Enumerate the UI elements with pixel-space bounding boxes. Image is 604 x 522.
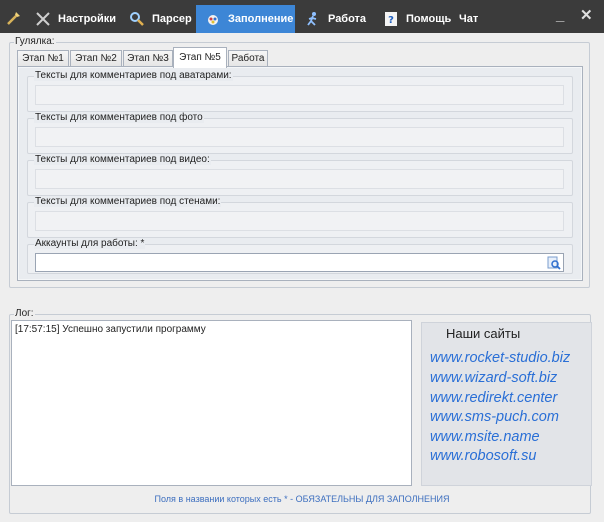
tab-stage-1[interactable]: Этап №1 — [17, 50, 69, 67]
menu-parser[interactable]: Парсер — [124, 5, 194, 33]
tab-stage-5-label: Этап №5 — [179, 52, 221, 63]
site-link-rocket-studio[interactable]: www.rocket-studio.biz — [430, 350, 570, 366]
accounts-field-group: Аккаунты для работы: * — [27, 238, 573, 274]
tab-work[interactable]: Работа — [228, 50, 268, 67]
tab-stage-2-label: Этап №2 — [75, 53, 117, 64]
help-icon: ? — [382, 10, 400, 28]
accounts-input[interactable] — [35, 253, 564, 272]
menu-chat-label: Чат — [459, 13, 479, 25]
minimize-button[interactable]: _ — [556, 8, 564, 24]
menu-filling-label: Заполнение — [228, 13, 294, 25]
walls-field-label: Тексты для комментариев под стенами: — [34, 196, 222, 207]
video-field-label: Тексты для комментариев под видео: — [34, 154, 211, 165]
app-logo-icon — [6, 10, 22, 26]
log-group-label: Лог: — [14, 308, 35, 319]
tab-stage-1-label: Этап №1 — [22, 53, 64, 64]
runner-icon — [304, 10, 322, 28]
log-output[interactable]: [17:57:15] Успешно запустили программу — [11, 320, 412, 486]
tab-stage-3-label: Этап №3 — [127, 53, 169, 64]
menu-work-label: Работа — [328, 13, 367, 25]
required-fields-note: Поля в названии которых есть * - ОБЯЗАТЕ… — [154, 494, 450, 504]
menu-parser-label: Парсер — [152, 13, 192, 25]
walls-comments-input[interactable] — [35, 211, 564, 231]
brush-icon — [204, 10, 222, 28]
log-line: [17:57:15] Успешно запустили программу — [15, 324, 206, 335]
tab-stage-5[interactable]: Этап №5 — [173, 47, 227, 68]
menu-work[interactable]: Работа — [300, 5, 374, 33]
menu-help[interactable]: ? Помощь — [378, 5, 452, 33]
avatars-comments-input[interactable] — [35, 85, 564, 105]
menu-settings-label: Настройки — [58, 13, 117, 25]
svg-text:?: ? — [388, 15, 394, 26]
our-sites-title: Наши сайты — [446, 326, 521, 341]
top-menu-bar: Настройки Парсер Заполнение Работа ? Пом… — [0, 0, 604, 33]
magnifier-icon — [128, 10, 146, 28]
photo-field-group: Тексты для комментариев под фото — [27, 112, 573, 154]
file-search-icon[interactable] — [546, 255, 562, 271]
accounts-field-label: Аккаунты для работы: * — [34, 238, 146, 249]
avatars-field-group: Тексты для комментариев под аватарами: — [27, 70, 573, 112]
close-button[interactable]: ✕ — [580, 8, 593, 24]
our-sites-panel: Наши сайты www.rocket-studio.biz www.wiz… — [421, 322, 592, 486]
walker-group-label: Гулялка: — [14, 36, 56, 47]
avatars-field-label: Тексты для комментариев под аватарами: — [34, 70, 233, 81]
menu-chat[interactable]: Чат — [459, 5, 483, 33]
tab-panel: Тексты для комментариев под аватарами: Т… — [17, 66, 583, 281]
menu-help-label: Помощь — [406, 13, 452, 25]
photo-comments-input[interactable] — [35, 127, 564, 147]
tab-work-label: Работа — [231, 53, 265, 64]
site-link-robosoft[interactable]: www.robosoft.su — [430, 448, 536, 464]
tools-icon — [34, 10, 52, 28]
menu-settings[interactable]: Настройки — [30, 5, 122, 33]
video-comments-input[interactable] — [35, 169, 564, 189]
video-field-group: Тексты для комментариев под видео: — [27, 154, 573, 196]
tab-stage-3[interactable]: Этап №3 — [123, 50, 173, 67]
site-link-sms-puch[interactable]: www.sms-puch.com — [430, 409, 559, 425]
menu-filling[interactable]: Заполнение — [196, 5, 295, 33]
site-link-msite[interactable]: www.msite.name — [430, 429, 540, 445]
photo-field-label: Тексты для комментариев под фото — [34, 112, 204, 123]
site-link-wizard-soft[interactable]: www.wizard-soft.biz — [430, 370, 557, 386]
tab-stage-2[interactable]: Этап №2 — [70, 50, 122, 67]
site-link-redirekt[interactable]: www.redirekt.center — [430, 390, 557, 406]
walls-field-group: Тексты для комментариев под стенами: — [27, 196, 573, 238]
